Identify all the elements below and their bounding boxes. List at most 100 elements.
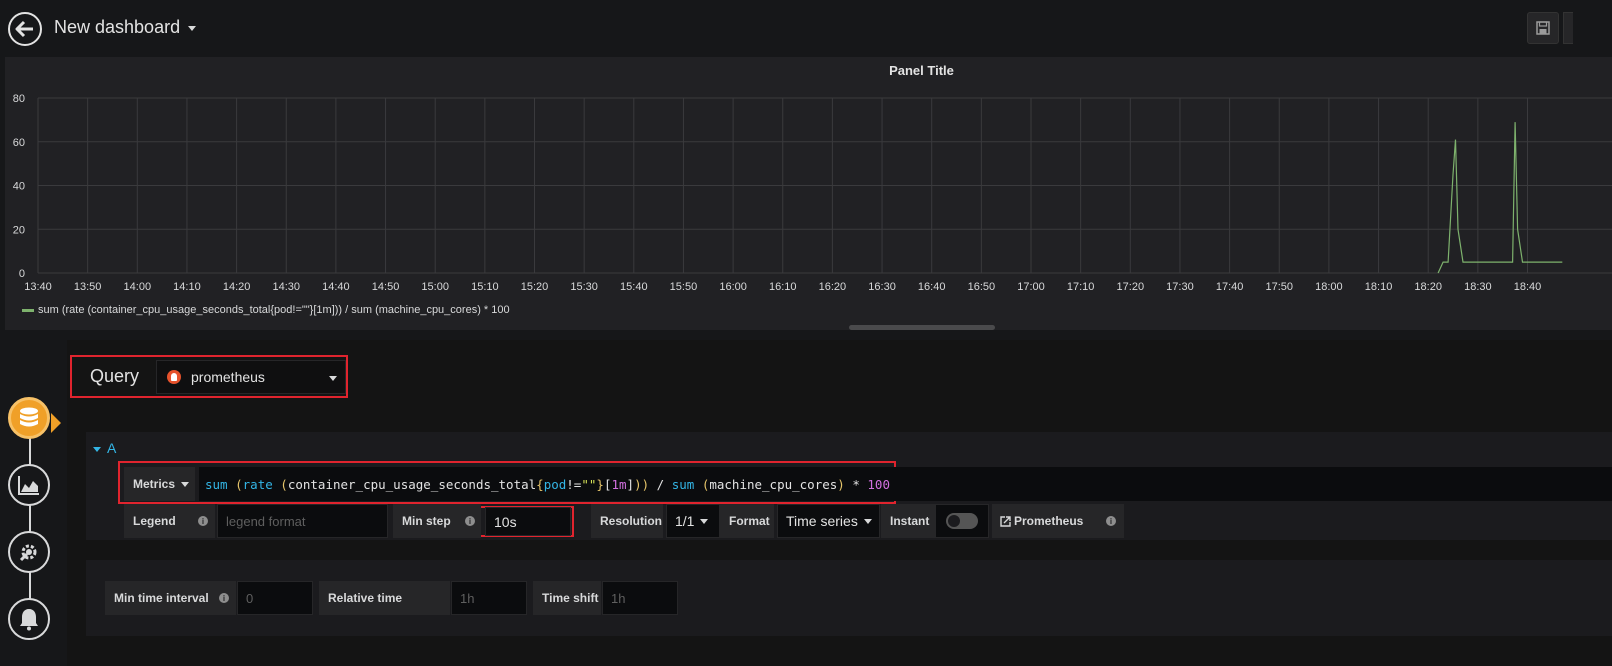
chevron-down-icon bbox=[700, 518, 709, 524]
expr-token: * bbox=[844, 476, 868, 492]
format-value: Time series bbox=[786, 513, 858, 529]
query-field-extension[interactable] bbox=[889, 467, 1612, 501]
time-shift-input[interactable]: 1h bbox=[602, 581, 678, 615]
x-tick-label: 13:50 bbox=[74, 281, 102, 293]
expr-token: ( bbox=[280, 476, 288, 492]
x-tick-label: 15:30 bbox=[570, 281, 598, 293]
expr-token: ] bbox=[626, 476, 635, 492]
external-link-icon bbox=[1000, 515, 1011, 527]
settings-button-edge[interactable] bbox=[1563, 12, 1573, 44]
x-tick-label: 18:20 bbox=[1414, 281, 1442, 293]
legend-field-label: Legend i bbox=[124, 504, 215, 538]
expr-token: 1m bbox=[611, 476, 627, 492]
expr-token: "" bbox=[581, 476, 597, 492]
rail-visualization-tab[interactable] bbox=[8, 464, 50, 506]
save-icon bbox=[1536, 21, 1550, 35]
panel-title-wrap: Panel Title bbox=[5, 63, 1612, 78]
dashboard-title-dropdown[interactable]: New dashboard bbox=[54, 17, 197, 38]
query-label: Query bbox=[90, 366, 140, 386]
collapse-icon bbox=[93, 446, 101, 452]
resolution-select[interactable]: 1/1 bbox=[666, 504, 720, 538]
expr-token bbox=[694, 477, 702, 492]
info-icon[interactable]: i bbox=[198, 516, 208, 526]
database-icon bbox=[20, 407, 38, 427]
bell-icon bbox=[20, 609, 38, 631]
rail-queries-tab[interactable] bbox=[8, 397, 50, 439]
x-tick-label: 15:40 bbox=[620, 281, 648, 293]
x-tick-label: 18:00 bbox=[1315, 281, 1343, 293]
rail-general-tab[interactable] bbox=[8, 531, 50, 573]
legend-series-label[interactable]: sum (rate (container_cpu_usage_seconds_t… bbox=[38, 304, 510, 316]
expr-token: != bbox=[566, 476, 582, 492]
expr-token: pod bbox=[543, 476, 567, 492]
x-tick-label: 16:00 bbox=[719, 281, 747, 293]
arrow-left-icon bbox=[15, 20, 33, 38]
y-tick-label: 0 bbox=[19, 268, 25, 280]
back-button[interactable] bbox=[8, 12, 42, 46]
relative-time-input[interactable]: 1h bbox=[451, 581, 527, 615]
graph-panel: 0 20 40 60 80 13:40 13:50 14:00 14:10 14:20 14:30 1… bbox=[5, 57, 1612, 330]
legend-label: Legend bbox=[133, 514, 176, 528]
datasource-select[interactable]: prometheus bbox=[156, 360, 346, 394]
rail-alert-tab[interactable] bbox=[8, 598, 50, 640]
prometheus-icon bbox=[167, 370, 181, 384]
expr-token: ) bbox=[634, 476, 642, 492]
info-icon[interactable]: i bbox=[1106, 516, 1116, 526]
datasource-name: prometheus bbox=[191, 369, 265, 385]
query-row-toggle[interactable]: A bbox=[93, 440, 116, 456]
legend-format-input[interactable]: legend format bbox=[217, 504, 388, 538]
expr-token: sum bbox=[671, 476, 695, 492]
expr-token: ) bbox=[837, 476, 845, 492]
metrics-dropdown[interactable]: Metrics bbox=[124, 467, 195, 501]
resolution-value: 1/1 bbox=[675, 513, 695, 529]
x-tick-label: 14:20 bbox=[223, 281, 251, 293]
format-field-label: Format bbox=[720, 504, 774, 538]
prometheus-help-link[interactable]: Prometheus i bbox=[992, 504, 1124, 538]
expr-token: [ bbox=[603, 476, 612, 492]
expr-token: container_cpu_usage_seconds_total bbox=[287, 476, 537, 492]
relative-time-field-label: Relative time bbox=[319, 581, 450, 615]
x-tick-label: 17:00 bbox=[1017, 281, 1045, 293]
x-tick-label: 14:50 bbox=[372, 281, 400, 293]
chevron-down-icon bbox=[863, 518, 872, 524]
expr-token: ) bbox=[641, 476, 650, 492]
graph-legend[interactable]: sum (rate (container_cpu_usage_seconds_t… bbox=[22, 304, 510, 316]
panel-title[interactable]: Panel Title bbox=[889, 63, 954, 78]
x-tick-label: 18:40 bbox=[1514, 281, 1542, 293]
chart-area-icon bbox=[18, 476, 39, 495]
expr-token bbox=[228, 477, 236, 492]
format-select[interactable]: Time series bbox=[777, 504, 880, 538]
x-tick-label: 16:30 bbox=[868, 281, 896, 293]
top-bar: New dashboard bbox=[0, 0, 1612, 56]
expr-token: } bbox=[596, 476, 604, 492]
y-tick-label: 20 bbox=[13, 224, 25, 236]
min-interval-field-label: Min time interval i bbox=[105, 581, 236, 615]
min-interval-input[interactable]: 0 bbox=[237, 581, 313, 615]
time-shift-field-label: Time shift bbox=[533, 581, 601, 615]
query-ref-id: A bbox=[107, 440, 117, 456]
min-interval-label: Min time interval bbox=[114, 591, 209, 605]
min-step-field-label: Min step i bbox=[393, 504, 481, 538]
x-tick-label: 16:10 bbox=[769, 281, 797, 293]
x-tick-label: 15:20 bbox=[521, 281, 549, 293]
chevron-down-icon bbox=[181, 481, 190, 487]
promql-query-input[interactable]: sum (rate (container_cpu_usage_seconds_t… bbox=[199, 467, 890, 501]
min-step-input[interactable]: 10s bbox=[485, 507, 571, 536]
x-tick-label: 14:00 bbox=[124, 281, 152, 293]
y-tick-label: 60 bbox=[13, 137, 25, 149]
instant-toggle[interactable] bbox=[946, 513, 978, 529]
expr-token: 100 bbox=[867, 476, 890, 492]
x-tick-label: 15:50 bbox=[670, 281, 698, 293]
x-tick-label: 16:40 bbox=[918, 281, 946, 293]
x-tick-label: 17:40 bbox=[1216, 281, 1244, 293]
panel-resize-handle[interactable] bbox=[849, 325, 995, 330]
expr-token: rate bbox=[242, 476, 273, 492]
metrics-label: Metrics bbox=[133, 477, 176, 491]
query-options bbox=[86, 560, 1612, 636]
info-icon[interactable]: i bbox=[465, 516, 475, 526]
chevron-down-icon bbox=[329, 376, 337, 381]
info-icon[interactable]: i bbox=[219, 593, 229, 603]
x-tick-label: 15:00 bbox=[421, 281, 449, 293]
expr-token bbox=[273, 477, 281, 492]
save-dashboard-button[interactable] bbox=[1527, 12, 1559, 44]
